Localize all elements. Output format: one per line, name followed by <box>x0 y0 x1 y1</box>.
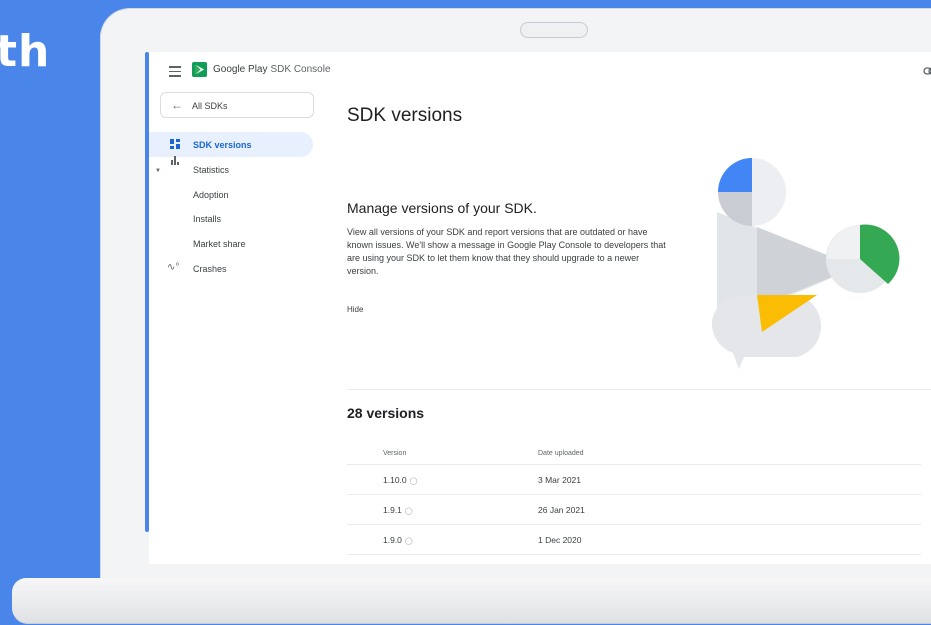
date-value: 1 Dec 2020 <box>538 535 582 545</box>
brand-title[interactable]: Google Play SDK Console <box>213 64 331 75</box>
column-header-version[interactable]: Version <box>383 450 406 457</box>
crashes-icon: ∿° <box>167 262 180 273</box>
app-screen: Google Play SDK Console ← All SDKs SDK ve… <box>149 52 931 564</box>
laptop-base <box>12 578 931 624</box>
sidebar-item-market-share[interactable]: Market share <box>193 239 246 249</box>
row-divider <box>347 524 921 525</box>
hide-button[interactable]: Hide <box>347 305 363 314</box>
version-value: 1.9.1 <box>383 505 402 515</box>
brand-subtitle: SDK Console <box>270 64 331 75</box>
table-row[interactable]: 1.10.0 ◯ <box>383 475 417 485</box>
arrow-back-icon: ← <box>171 98 183 112</box>
link-icon[interactable] <box>923 66 931 76</box>
date-value: 26 Jan 2021 <box>538 505 585 515</box>
link-icon[interactable]: ◯ <box>405 538 413 545</box>
expand-caret-icon[interactable]: ▼ <box>155 168 161 174</box>
date-value: 3 Mar 2021 <box>538 475 581 485</box>
version-value: 1.9.0 <box>383 535 402 545</box>
section-divider <box>347 389 931 390</box>
version-value: 1.10.0 <box>383 475 407 485</box>
table-row[interactable]: 1.9.0 ◯ <box>383 535 413 545</box>
banner-heading: Manage versions of your SDK. <box>347 200 537 216</box>
menu-icon[interactable] <box>169 66 181 80</box>
row-divider <box>347 554 921 555</box>
link-icon[interactable]: ◯ <box>410 478 418 485</box>
banner-illustration <box>711 158 900 369</box>
row-divider <box>347 494 921 495</box>
sidebar-item-adoption[interactable]: Adoption <box>193 190 229 200</box>
all-sdks-label: All SDKs <box>192 101 228 111</box>
background-headline: th <box>0 26 51 77</box>
sidebar-item-installs[interactable]: Installs <box>193 214 221 224</box>
laptop-camera <box>520 22 588 38</box>
link-icon[interactable]: ◯ <box>405 508 413 515</box>
banner-description: View all versions of your SDK and report… <box>347 227 666 276</box>
sidebar-item-crashes[interactable]: Crashes <box>193 264 227 274</box>
sidebar-item-statistics[interactable]: Statistics <box>193 165 229 175</box>
sidebar-item-label[interactable]: SDK versions <box>193 140 252 150</box>
page-title: SDK versions <box>347 105 463 126</box>
versions-count: 28 versions <box>347 405 425 421</box>
versions-icon <box>170 139 180 149</box>
column-header-date[interactable]: Date uploaded <box>538 450 584 457</box>
table-row[interactable]: 1.9.1 ◯ <box>383 505 413 515</box>
all-sdks-button[interactable]: ← All SDKs <box>160 92 314 118</box>
row-divider <box>347 464 921 465</box>
brand-name: Google Play <box>213 64 268 75</box>
play-logo-icon <box>192 62 207 77</box>
